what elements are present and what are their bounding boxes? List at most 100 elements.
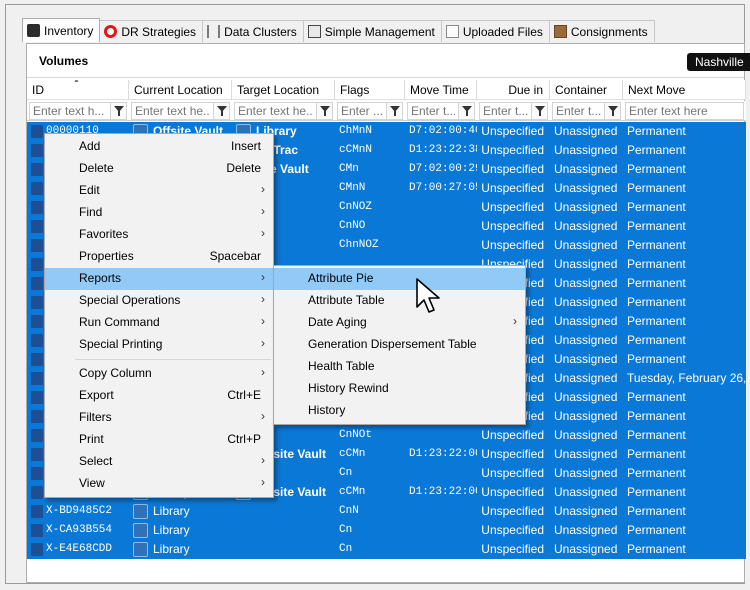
volume-icon [31, 448, 43, 461]
cell-flags: cCMn [335, 445, 405, 464]
tab-dr-strategies[interactable]: DR Strategies [99, 20, 204, 42]
cell-container: Unassigned [550, 141, 623, 160]
submenu-arrow-icon: › [261, 292, 265, 306]
cell-text: Permanent [627, 485, 686, 499]
tab-inventory[interactable]: Inventory [22, 18, 101, 42]
menu-item-favorites[interactable]: Favorites › [45, 224, 273, 246]
menu-item-history[interactable]: History [274, 400, 525, 422]
column-header-target-location[interactable]: Target Location [232, 80, 335, 100]
tab-consignments[interactable]: Consignments [548, 20, 655, 42]
cell-container: Unassigned [550, 502, 623, 521]
filter-input[interactable] [132, 103, 213, 119]
cell-text: cCMn [339, 486, 366, 498]
column-header-current-location[interactable]: Current Location [129, 80, 232, 100]
filter-input[interactable] [626, 103, 743, 119]
context-menu: Add Insert Delete Delete Edit › Find › Favorites… [44, 133, 274, 498]
filter-icon[interactable] [110, 103, 126, 119]
inventory-icon [27, 24, 40, 37]
table-row[interactable]: X-BD9485C2 Library CnN Unspecified Unassigne… [27, 502, 746, 521]
cell-text: cCMn [339, 448, 366, 460]
cell-due: Unspecified [477, 141, 550, 160]
menu-item-print[interactable]: Print Ctrl+P [45, 429, 273, 451]
volume-icon [31, 125, 43, 138]
volume-icon [31, 201, 43, 214]
filter-icon[interactable] [213, 103, 229, 119]
cell-next: Permanent [623, 160, 746, 179]
menu-item-filters[interactable]: Filters › [45, 407, 273, 429]
menu-item-health-table[interactable]: Health Table [274, 356, 525, 378]
filter-input[interactable] [338, 103, 386, 119]
filter-icon[interactable] [531, 103, 547, 119]
column-header-move-time[interactable]: Move Time [405, 80, 477, 100]
filter-input[interactable] [553, 103, 604, 119]
cell-container: Unassigned [550, 388, 623, 407]
volume-icon [31, 391, 43, 404]
cell-text: Permanent [627, 352, 686, 366]
menu-item-find[interactable]: Find › [45, 202, 273, 224]
cell-text: Permanent [627, 200, 686, 214]
cell-due: Unspecified [477, 464, 550, 483]
menu-item-delete[interactable]: Delete Delete [45, 158, 273, 180]
filter-icon[interactable] [604, 103, 620, 119]
menu-item-view[interactable]: View › [45, 473, 273, 495]
column-header-next-move[interactable]: Next Move [623, 80, 746, 100]
cell-next: Permanent [623, 179, 746, 198]
submenu-arrow-icon: › [261, 336, 265, 350]
cell-text: Unassigned [554, 124, 618, 138]
cell-flags: CnNOZ [335, 198, 405, 217]
cell-move: D7:02:00:29 [405, 160, 477, 179]
menu-item-generation-dispersement-table[interactable]: Generation Dispersement Table [274, 334, 525, 356]
cell-move: D1:23:22:38 [405, 141, 477, 160]
menu-item-select[interactable]: Select › [45, 451, 273, 473]
filter-input[interactable] [408, 103, 458, 119]
cell-move [405, 540, 477, 559]
cell-move [405, 521, 477, 540]
cell-next: Permanent [623, 350, 746, 369]
volume-icon [31, 524, 43, 537]
filter-icon[interactable] [458, 103, 474, 119]
column-header-due-in[interactable]: Due in [477, 80, 550, 100]
cell-text: Permanent [627, 219, 686, 233]
menu-item-special-printing[interactable]: Special Printing › [45, 334, 273, 356]
column-header-id[interactable]: ID ▲ [27, 80, 129, 100]
column-header-container[interactable]: Container [550, 80, 623, 100]
filter-icon[interactable] [386, 103, 402, 119]
cell-flags: CMnN [335, 179, 405, 198]
table-row[interactable]: X-CA93B554 Library Cn Unspecified Unassigned… [27, 521, 746, 540]
menu-item-copy-column[interactable]: Copy Column › [45, 363, 273, 385]
filter-input[interactable] [480, 103, 531, 119]
menu-item-run-command[interactable]: Run Command › [45, 312, 273, 334]
menu-item-reports[interactable]: Reports › [45, 268, 273, 290]
cell-next: Tuesday, February 26, 2 [623, 369, 746, 388]
site-badge[interactable]: Nashville [687, 53, 750, 71]
menu-item-date-aging[interactable]: Date Aging › [274, 312, 525, 334]
filter-input[interactable] [235, 103, 316, 119]
tab-data-clusters[interactable]: Data Clusters [202, 20, 304, 42]
menu-item-add[interactable]: Add Insert [45, 136, 273, 158]
menu-item-history-rewind[interactable]: History Rewind [274, 378, 525, 400]
cell-next: Permanent [623, 521, 746, 540]
filter-input[interactable] [30, 103, 110, 119]
tab-uploaded-files[interactable]: Uploaded Files [440, 20, 550, 42]
cell-text: X-E4E68CDD [46, 543, 113, 555]
volume-icon [31, 239, 43, 252]
column-header-label: Container [555, 83, 608, 97]
menu-item-edit[interactable]: Edit › [45, 180, 273, 202]
cell-tgt [232, 502, 335, 521]
column-header-flags[interactable]: Flags [335, 80, 405, 100]
volume-icon [31, 296, 43, 309]
menu-item-properties[interactable]: Properties Spacebar [45, 246, 273, 268]
filter-cell [552, 102, 621, 120]
cell-text: Permanent [627, 162, 686, 176]
menu-item-attribute-pie[interactable]: Attribute Pie [274, 268, 525, 290]
cell-flags: ChnNOZ [335, 236, 405, 255]
cell-text: Permanent [627, 181, 686, 195]
table-row[interactable]: X-E4E68CDD Library Cn Unspecified Unassigned… [27, 540, 746, 559]
tab-simple-management[interactable]: Simple Management [302, 20, 442, 42]
cell-text: Unspecified [481, 124, 544, 138]
menu-item-export[interactable]: Export Ctrl+E [45, 385, 273, 407]
menu-item-special-operations[interactable]: Special Operations › [45, 290, 273, 312]
menu-item-attribute-table[interactable]: Attribute Table [274, 290, 525, 312]
cell-text: Unassigned [554, 295, 618, 309]
filter-icon[interactable] [316, 103, 332, 119]
